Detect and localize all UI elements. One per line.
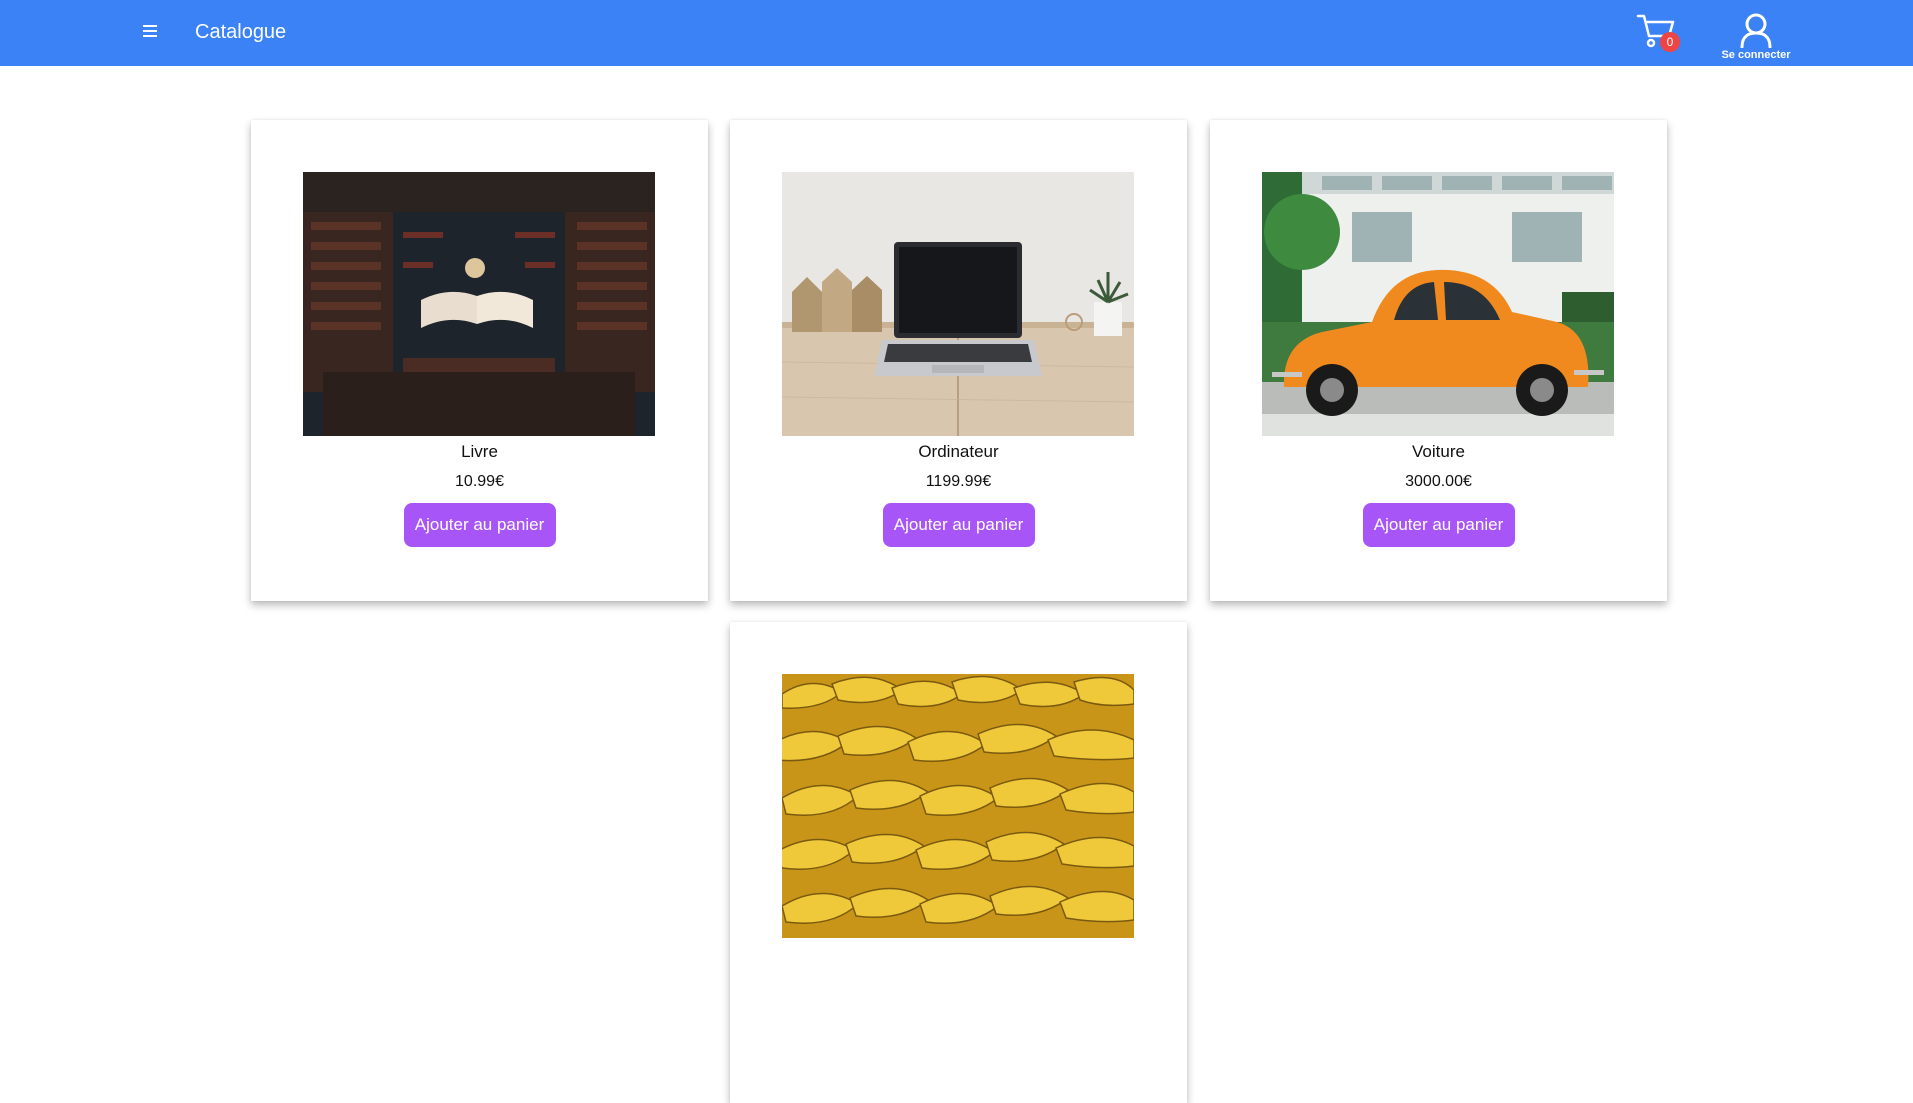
- product-card: Voiture 3000.00€ Ajouter au panier: [1210, 120, 1667, 601]
- login-label: Se connecter: [1721, 49, 1791, 61]
- product-price: 10.99€: [455, 473, 504, 490]
- user-icon: [1716, 12, 1796, 48]
- menu-button[interactable]: [136, 17, 164, 45]
- login-button[interactable]: Se connecter: [1716, 12, 1796, 62]
- product-card: [730, 622, 1187, 1103]
- product-name: Voiture: [1412, 442, 1465, 461]
- product-name: Livre: [461, 442, 498, 461]
- product-image: [1262, 172, 1614, 436]
- product-card: Ordinateur 1199.99€ Ajouter au panier: [730, 120, 1187, 601]
- product-name: Ordinateur: [918, 442, 999, 461]
- top-app-bar: Catalogue 0 Se connecter: [0, 0, 1913, 66]
- product-card: Livre 10.99€ Ajouter au panier: [251, 120, 708, 601]
- product-image: [303, 172, 655, 436]
- add-to-cart-button[interactable]: Ajouter au panier: [403, 503, 556, 547]
- hamburger-menu-icon: [136, 17, 164, 45]
- product-image: [782, 172, 1134, 436]
- cart-count-badge: 0: [1660, 32, 1680, 52]
- cart-button[interactable]: 0: [1636, 12, 1680, 52]
- add-to-cart-button[interactable]: Ajouter au panier: [882, 503, 1035, 547]
- add-to-cart-button[interactable]: Ajouter au panier: [1362, 503, 1515, 547]
- product-image: [782, 674, 1134, 938]
- product-price: 3000.00€: [1405, 473, 1472, 490]
- page-title: Catalogue: [195, 21, 287, 43]
- product-price: 1199.99€: [925, 473, 992, 490]
